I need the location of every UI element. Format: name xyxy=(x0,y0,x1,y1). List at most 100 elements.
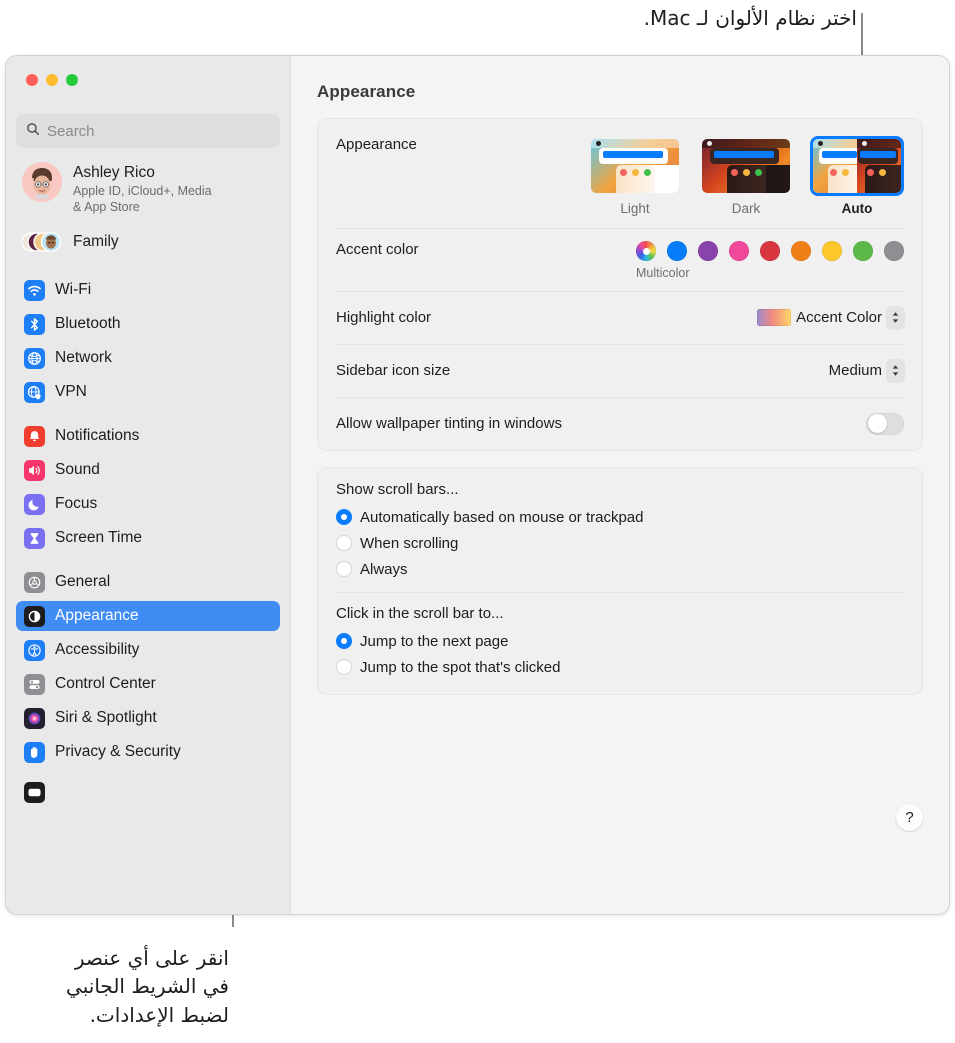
highlight-color-label: Highlight color xyxy=(336,309,432,326)
sidebar-item-screen-time[interactable]: Screen Time xyxy=(16,523,280,553)
sidebar-item-family[interactable]: Family xyxy=(16,219,280,265)
sidebar-icon-size-value: Medium xyxy=(828,362,882,379)
desktop-dock-icon xyxy=(24,781,45,803)
sidebar-item-privacy-security[interactable]: Privacy & Security xyxy=(16,737,280,767)
radio-label: Automatically based on mouse or trackpad xyxy=(360,508,644,526)
highlight-color-chip xyxy=(757,309,792,326)
radio-button[interactable] xyxy=(336,509,352,525)
scroll-click-option-spot-clicked[interactable]: Jump to the spot that's clicked xyxy=(336,654,904,680)
sidebar-group-system: Notifications Sound Focus Screen Time xyxy=(16,421,280,553)
account-subtitle: Apple ID, iCloud+, Media & App Store xyxy=(73,184,212,215)
sidebar-item-siri-spotlight[interactable]: Siri & Spotlight xyxy=(16,703,280,733)
sidebar-item-control-center[interactable]: Control Center xyxy=(16,669,280,699)
help-button[interactable]: ? xyxy=(896,804,923,831)
radio-button[interactable] xyxy=(336,633,352,649)
account-name: Ashley Rico xyxy=(73,164,155,181)
sidebar-item-label: Screen Time xyxy=(55,529,143,547)
system-settings-window: Search Ashley Rico Apple ID, iCloud+, Me… xyxy=(5,55,950,915)
sidebar-item-bluetooth[interactable]: Bluetooth xyxy=(16,309,280,339)
appearance-option-light[interactable]: Light xyxy=(588,136,682,216)
wallpaper-tinting-label: Allow wallpaper tinting in windows xyxy=(336,415,562,432)
highlight-color-row: Highlight color Accent Color xyxy=(336,291,904,344)
zoom-button[interactable] xyxy=(66,74,78,86)
control-center-icon xyxy=(24,673,45,695)
appearance-option-auto[interactable]: Auto xyxy=(810,136,904,216)
chevron-updown-icon[interactable] xyxy=(887,306,904,329)
accent-color-row: Accent color Multicolor xyxy=(336,228,904,291)
dark-thumbnail[interactable] xyxy=(699,136,793,196)
sidebar-item-label: Focus xyxy=(55,495,98,513)
sidebar-icon-size-label: Sidebar icon size xyxy=(336,362,451,379)
family-label: Family xyxy=(73,233,119,251)
sidebar-item-notifications[interactable]: Notifications xyxy=(16,421,280,451)
chevron-updown-icon[interactable] xyxy=(887,359,904,382)
sidebar-item-vpn[interactable]: VPN xyxy=(16,377,280,407)
accent-swatch-multicolor[interactable] xyxy=(636,241,656,261)
page-title: Appearance xyxy=(317,82,416,101)
avatar xyxy=(22,162,62,202)
sidebar-item-appearance[interactable]: Appearance xyxy=(16,601,280,632)
close-button[interactable] xyxy=(26,74,38,86)
accent-swatches xyxy=(636,241,904,261)
toggle-knob xyxy=(867,414,887,433)
sidebar-item-focus[interactable]: Focus xyxy=(16,489,280,519)
accent-swatch-pink[interactable] xyxy=(729,241,749,261)
accent-swatch-graphite[interactable] xyxy=(884,241,904,261)
globe-icon xyxy=(24,347,45,369)
scroll-click-option-next-page[interactable]: Jump to the next page xyxy=(336,628,904,654)
sidebar-item-label: Accessibility xyxy=(55,641,140,659)
sidebar-item-accessibility[interactable]: Accessibility xyxy=(16,635,280,665)
accent-swatch-purple[interactable] xyxy=(698,241,718,261)
radio-button[interactable] xyxy=(336,561,352,577)
accent-swatch-green[interactable] xyxy=(853,241,873,261)
sidebar-group-personalization: General Appearance Accessibility Control… xyxy=(16,567,280,807)
highlight-color-popup[interactable]: Accent Color xyxy=(757,306,904,329)
scroll-bars-option-always[interactable]: Always xyxy=(336,556,904,582)
scroll-bars-option-auto[interactable]: Automatically based on mouse or trackpad xyxy=(336,504,904,530)
sidebar-item-sound[interactable]: Sound xyxy=(16,455,280,485)
radio-button[interactable] xyxy=(336,535,352,551)
accent-swatch-blue[interactable] xyxy=(667,241,687,261)
sidebar-item-network[interactable]: Network xyxy=(16,343,280,373)
bluetooth-icon xyxy=(24,313,45,335)
accent-color-label: Accent color xyxy=(336,241,419,258)
apple-id-row[interactable]: Ashley Rico Apple ID, iCloud+, Media & A… xyxy=(16,148,280,219)
minimize-button[interactable] xyxy=(46,74,58,86)
family-avatars-icon xyxy=(21,227,62,257)
sidebar-item-general[interactable]: General xyxy=(16,567,280,597)
scroll-bars-option-when-scrolling[interactable]: When scrolling xyxy=(336,530,904,556)
radio-button[interactable] xyxy=(336,659,352,675)
accent-swatch-orange[interactable] xyxy=(791,241,811,261)
sidebar-icon-size-popup[interactable]: Medium xyxy=(828,359,904,382)
appearance-settings-card: Appearance Light Dark Auto Accent color … xyxy=(317,118,923,451)
sidebar-item-label: Sound xyxy=(55,461,100,479)
appearance-option-label: Dark xyxy=(731,201,761,216)
sidebar-item-wi-fi[interactable]: Wi-Fi xyxy=(16,275,280,305)
scroll-bars-card: Show scroll bars... Automatically based … xyxy=(317,467,923,695)
search-icon xyxy=(26,122,40,141)
divider xyxy=(336,592,904,593)
highlight-color-value: Accent Color xyxy=(796,309,882,326)
accent-swatch-red[interactable] xyxy=(760,241,780,261)
accent-swatch-yellow[interactable] xyxy=(822,241,842,261)
radio-label: When scrolling xyxy=(360,534,459,552)
appearance-row: Appearance Light Dark Auto xyxy=(336,119,904,228)
appearance-option-dark[interactable]: Dark xyxy=(699,136,793,216)
content-pane: Appearance Appearance Light Dark Auto Ac… xyxy=(291,56,949,914)
vpn-globe-icon xyxy=(24,381,45,403)
sidebar-item-label: Siri & Spotlight xyxy=(55,709,157,727)
moon-icon xyxy=(24,493,45,515)
wallpaper-tinting-toggle[interactable] xyxy=(866,412,904,435)
search-input[interactable]: Search xyxy=(16,114,280,148)
appearance-option-label: Light xyxy=(620,201,650,216)
sidebar-item-partially-visible[interactable] xyxy=(16,777,280,807)
callout-text-bottom: انقر على أي عنصر في الشريط الجانبي لضبط … xyxy=(66,945,229,1027)
radio-label: Jump to the spot that's clicked xyxy=(360,658,561,676)
sidebar-item-label: Notifications xyxy=(55,427,140,445)
sidebar-icon-size-row: Sidebar icon size Medium xyxy=(336,344,904,397)
hand-icon xyxy=(24,741,45,763)
sidebar-item-label: Bluetooth xyxy=(55,315,121,333)
light-thumbnail[interactable] xyxy=(588,136,682,196)
auto-thumbnail[interactable] xyxy=(810,136,904,196)
wallpaper-tinting-row: Allow wallpaper tinting in windows xyxy=(336,397,904,450)
